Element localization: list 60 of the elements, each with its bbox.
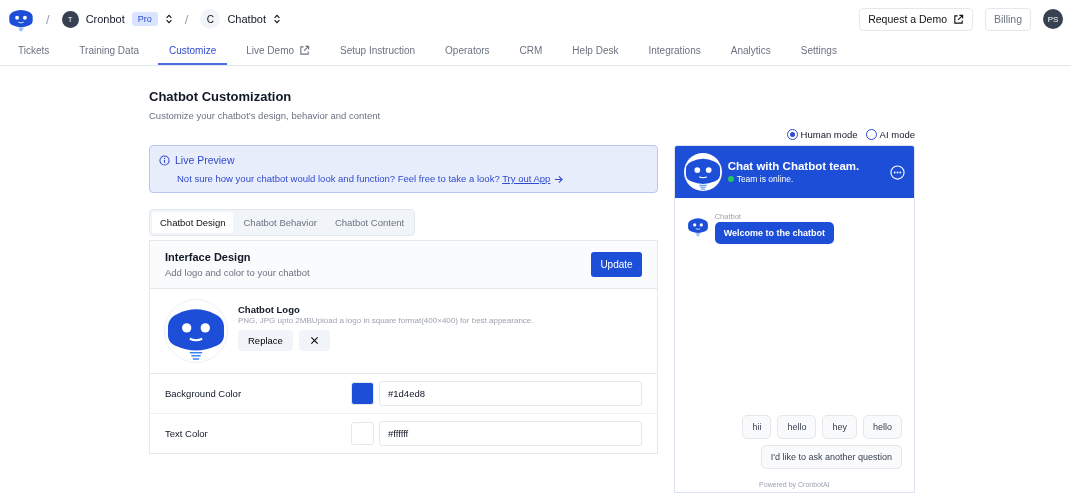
- mode-label: Human mode: [800, 129, 858, 140]
- section-tab[interactable]: Chatbot Design: [152, 212, 234, 233]
- chatbot-avatar-icon: [683, 153, 722, 191]
- nav-tab[interactable]: Operators: [434, 38, 501, 65]
- more-options-icon[interactable]: [890, 164, 905, 180]
- suggestion-chip[interactable]: hello: [777, 415, 817, 439]
- color-input-field[interactable]: #1d4ed8: [379, 381, 642, 406]
- color-label: Background Color: [165, 388, 243, 399]
- nav-tab[interactable]: Setup Instruction: [329, 38, 427, 65]
- update-button[interactable]: Update: [591, 252, 642, 277]
- billing-button[interactable]: Billing: [985, 7, 1031, 31]
- logo-hint: PNG, JPG upto 2MBUpload a logo in square format(400×400) for best appearance.: [238, 316, 534, 325]
- color-input-field[interactable]: #ffffff: [379, 421, 642, 446]
- suggestion-chip[interactable]: hello: [863, 415, 902, 439]
- breadcrumb-separator: /: [46, 11, 50, 27]
- user-avatar[interactable]: PS: [1043, 9, 1063, 29]
- request-demo-button[interactable]: Request a Demo: [859, 7, 973, 31]
- page-title: Chatbot Customization: [149, 89, 293, 104]
- nav-tab[interactable]: Live Demo: [235, 38, 322, 65]
- nav-tab[interactable]: Analytics: [719, 38, 782, 65]
- suggestion-chip[interactable]: I'd like to ask another question: [760, 445, 902, 469]
- arrow-right-icon: [554, 175, 564, 184]
- nav-tab[interactable]: Customize: [158, 38, 228, 65]
- suggestion-chip[interactable]: hii: [742, 415, 772, 439]
- nav-tab[interactable]: Help Desk: [561, 38, 630, 65]
- chevron-up-down-icon[interactable]: [272, 14, 281, 24]
- nav-tab[interactable]: Settings: [789, 38, 848, 65]
- message-bubble: Welcome to the chatbot: [714, 222, 834, 244]
- section-tab[interactable]: Chatbot Content: [326, 212, 413, 233]
- try-out-app-link[interactable]: Try out App: [502, 173, 551, 184]
- page-subtitle: Customize your chatbot’s design, behavior and content: [149, 110, 382, 121]
- plan-badge: Pro: [131, 12, 158, 26]
- project-name[interactable]: Chatbot: [227, 13, 266, 25]
- replace-button[interactable]: Replace: [238, 330, 293, 351]
- logo-title: Chatbot Logo: [238, 304, 301, 315]
- nav-tab[interactable]: Tickets: [7, 38, 61, 65]
- org-name[interactable]: Cronbot: [85, 13, 125, 25]
- close-icon: [309, 336, 319, 345]
- project-avatar: C: [200, 9, 221, 29]
- color-swatch[interactable]: [351, 382, 374, 405]
- breadcrumb-separator: /: [184, 11, 189, 27]
- nav-tab[interactable]: Training Data: [68, 38, 150, 65]
- external-link-icon: [953, 13, 964, 25]
- alert-text: Not sure how your chatbot would look and function? Feel free to take a look? Try out App: [177, 173, 648, 184]
- mode-label: AI mode: [879, 129, 915, 140]
- alert-title: Live Preview: [175, 154, 235, 166]
- chevron-up-down-icon[interactable]: [164, 14, 173, 24]
- card-subtitle: Add logo and color to your chatbot: [165, 267, 310, 278]
- info-icon: [159, 154, 170, 166]
- nav-tab[interactable]: Integrations: [637, 38, 712, 65]
- card-title: Interface Design: [165, 251, 252, 263]
- color-swatch[interactable]: [351, 422, 374, 445]
- bot-avatar-icon: [686, 215, 709, 237]
- nav-tab[interactable]: CRM: [508, 38, 554, 65]
- remove-logo-button[interactable]: [298, 330, 330, 351]
- chat-title: Chat with Chatbot team.: [727, 160, 861, 172]
- section-tab[interactable]: Chatbot Behavior: [235, 212, 325, 233]
- suggestion-chip[interactable]: hey: [822, 415, 857, 439]
- chat-status: Team is online.: [736, 174, 794, 184]
- color-label: Text Color: [165, 428, 209, 439]
